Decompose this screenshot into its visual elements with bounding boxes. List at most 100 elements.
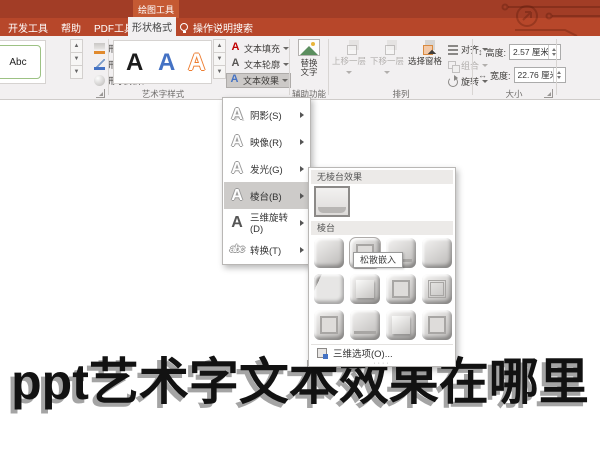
text-outline-label: 文本轮廓	[244, 58, 280, 71]
width-input[interactable]	[515, 70, 553, 80]
size-group-label: 大小	[476, 88, 552, 100]
bevel-preset-slope[interactable]	[386, 274, 416, 304]
3d-options-label: 三维选项(O)...	[333, 346, 393, 360]
text-effects-icon: A	[229, 75, 240, 86]
bring-forward-button[interactable]: 上移一层	[331, 38, 367, 86]
width-spinner[interactable]	[553, 68, 564, 82]
bevel-header: 棱台	[311, 221, 453, 235]
wordart-group-label: 艺术字样式	[113, 88, 213, 100]
wordart-gallery[interactable]: A A A	[113, 40, 212, 84]
submenu-arrow-icon	[300, 139, 304, 145]
ribbon: Abc ▲ ▼ ▼ 形状填充 形状轮廓 形状效果 A A A ▲ ▼	[0, 36, 600, 100]
selection-pane-label: 选择窗格	[407, 57, 443, 66]
menu-item-shadow[interactable]: A 阴影(S)	[224, 101, 309, 128]
submenu-arrow-icon	[300, 247, 304, 253]
text-fill-icon: A	[230, 43, 241, 54]
chevron-down-icon	[346, 71, 352, 74]
submenu-arrow-icon	[300, 166, 304, 172]
wordart-scroll[interactable]: ▲ ▼ ▼	[213, 40, 226, 79]
menu-item-label: 发光(G)	[250, 162, 300, 176]
width-spinbox[interactable]	[514, 67, 566, 83]
bring-forward-icon	[342, 40, 357, 55]
shape-style-gallery[interactable]: Abc	[0, 40, 46, 84]
send-backward-icon	[380, 40, 395, 55]
scroll-down-icon[interactable]: ▼	[213, 52, 226, 66]
bevel-preset-convex[interactable]	[350, 274, 380, 304]
submenu-arrow-icon	[300, 193, 304, 199]
alt-text-button[interactable]: 替换文字	[292, 38, 326, 86]
contextual-tab-group: 绘图工具	[133, 0, 179, 18]
bevel-preset-circle[interactable]	[314, 238, 344, 268]
text-effects-label: 文本效果	[243, 74, 279, 87]
height-spinbox[interactable]	[509, 44, 561, 60]
glow-effect-icon: A	[224, 160, 250, 178]
align-icon	[448, 45, 458, 55]
menu-item-3d-rotation[interactable]: A 三维旋转(D)	[224, 209, 309, 236]
text-fill-label: 文本填充	[244, 42, 280, 55]
bevel-preset-ring[interactable]	[422, 310, 452, 340]
tell-me-search[interactable]: 操作说明搜索	[180, 18, 253, 36]
text-fill-button[interactable]: A 文本填充	[228, 41, 291, 56]
bevel-preset-hard-edge[interactable]	[350, 310, 380, 340]
width-row: ↔ 宽度:	[478, 67, 566, 83]
group-divider	[472, 39, 473, 95]
circuit-decoration	[485, 0, 600, 36]
shape-outline-icon	[94, 59, 105, 70]
gallery-more-icon[interactable]: ▼	[213, 65, 226, 79]
menu-item-bevel[interactable]: A 棱台(B)	[224, 182, 309, 209]
3d-options-item[interactable]: 三维选项(O)...	[311, 344, 453, 361]
tab-shape-format[interactable]: 形状格式	[128, 17, 176, 36]
text-outline-button[interactable]: A 文本轮廓	[228, 57, 291, 72]
menu-item-reflection[interactable]: A 映像(R)	[224, 128, 309, 155]
slide-headline-text[interactable]: ppt艺术字文本效果在哪里	[0, 342, 600, 414]
text-effects-button[interactable]: A 文本效果	[226, 73, 291, 88]
height-label: 高度:	[486, 46, 507, 59]
alt-text-label: 替换文字	[298, 59, 320, 77]
group-divider	[289, 39, 290, 95]
height-input[interactable]	[510, 47, 548, 57]
wordart-style-orange[interactable]: A	[188, 49, 205, 77]
shape-style-scroll[interactable]: ▲ ▼ ▼	[70, 40, 83, 79]
group-label-text: 组合	[461, 59, 479, 72]
gallery-more-icon[interactable]: ▼	[70, 65, 83, 79]
scroll-up-icon[interactable]: ▲	[70, 39, 83, 53]
bevel-preset-angle[interactable]	[422, 238, 452, 268]
bevel-preset-divot[interactable]	[422, 274, 452, 304]
scroll-down-icon[interactable]: ▼	[70, 52, 83, 66]
no-bevel-option[interactable]	[314, 186, 350, 217]
group-divider	[556, 39, 557, 95]
menu-item-label: 映像(R)	[250, 135, 300, 149]
size-dialog-launcher-icon[interactable]	[544, 89, 553, 98]
shape-style-preview: Abc	[0, 45, 41, 79]
tell-me-bulb-icon	[180, 23, 188, 31]
menu-item-label: 棱台(B)	[250, 189, 300, 203]
bevel-preset-riblet[interactable]	[314, 310, 344, 340]
shape-effects-icon	[94, 75, 105, 86]
wordart-style-black[interactable]: A	[126, 49, 143, 77]
align-label: 对齐	[461, 43, 479, 56]
powerpoint-window: 绘图工具 开发工具 帮助 PDF工具集 形状格式 操作说明搜索 Abc ▲ ▼ …	[0, 0, 600, 450]
scroll-up-icon[interactable]: ▲	[213, 39, 226, 53]
selection-pane-icon	[418, 40, 433, 55]
height-row: ↕ 高度:	[478, 44, 561, 60]
menu-item-glow[interactable]: A 发光(G)	[224, 155, 309, 182]
menu-resize-gripper[interactable]: ····	[309, 360, 455, 367]
group-divider	[328, 39, 329, 95]
no-bevel-header: 无棱台效果	[311, 170, 453, 184]
menu-item-label: 转换(T)	[250, 243, 300, 257]
shadow-effect-icon: A	[224, 106, 250, 124]
submenu-arrow-icon	[300, 112, 304, 118]
chevron-down-icon	[282, 79, 288, 82]
menu-item-transform[interactable]: abc 转换(T)	[224, 236, 309, 263]
wordart-style-blue[interactable]: A	[158, 49, 175, 77]
bevel-preset-art-deco[interactable]	[386, 310, 416, 340]
selection-pane-button[interactable]: 选择窗格	[407, 38, 443, 86]
bevel-preset-soft-round[interactable]	[314, 274, 344, 304]
send-backward-button[interactable]: 下移一层	[369, 38, 405, 86]
tab-help[interactable]: 帮助	[56, 18, 86, 36]
shape-styles-dialog-launcher-icon[interactable]	[96, 89, 105, 98]
submenu-arrow-icon	[300, 220, 304, 226]
tab-developer[interactable]: 开发工具	[4, 18, 52, 36]
height-spinner[interactable]	[548, 45, 559, 59]
rotate-label: 旋转	[461, 75, 479, 88]
